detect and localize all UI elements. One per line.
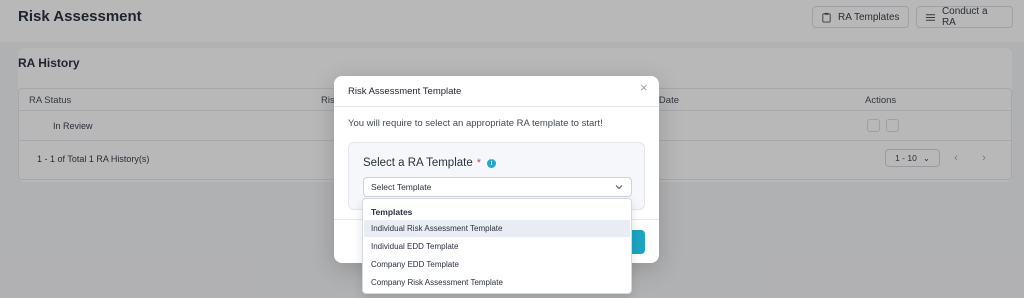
- close-icon[interactable]: ×: [640, 81, 648, 94]
- modal-title: Risk Assessment Template: [348, 86, 462, 97]
- modal-divider: [334, 106, 659, 107]
- select-label: Select a RA Template * i: [363, 157, 497, 169]
- info-icon[interactable]: i: [487, 158, 497, 168]
- template-select-value: Select Template: [371, 182, 432, 192]
- dropdown-option[interactable]: Company Risk Assessment Template: [364, 274, 630, 291]
- dropdown-group-label: Templates: [371, 207, 413, 217]
- template-select[interactable]: Select Template: [363, 177, 632, 197]
- dropdown-option[interactable]: Individual EDD Template: [364, 238, 630, 255]
- chevron-down-icon: [615, 185, 623, 190]
- required-mark: *: [476, 157, 482, 169]
- dropdown-option[interactable]: Individual Risk Assessment Template: [364, 220, 630, 237]
- modal-description: You will require to select an appropriat…: [348, 118, 603, 129]
- select-label-text: Select a RA Template: [363, 157, 473, 169]
- template-dropdown: Templates Individual Risk Assessment Tem…: [362, 198, 632, 294]
- dropdown-option[interactable]: Company EDD Template: [364, 256, 630, 273]
